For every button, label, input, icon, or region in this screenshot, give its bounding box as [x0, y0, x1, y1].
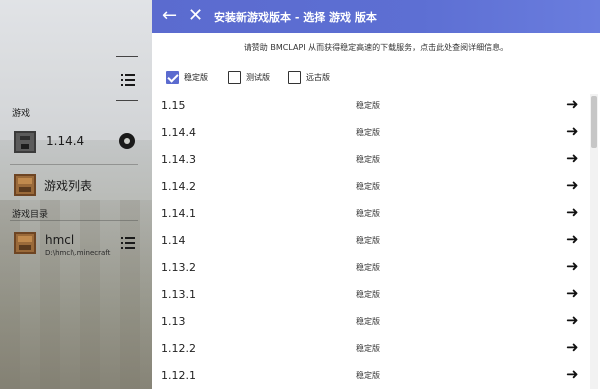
version-number: 1.12.1 [161, 369, 196, 382]
version-number: 1.14 [161, 234, 186, 247]
close-icon[interactable]: ✕ [188, 6, 206, 26]
crafting-table-icon [14, 174, 36, 196]
version-row[interactable]: 1.12.2 稳定版 ➜ [152, 335, 592, 362]
version-number: 1.13.1 [161, 288, 196, 301]
version-type: 稳定版 [356, 344, 380, 353]
current-version-label: 1.14.4 [46, 134, 85, 148]
arrow-right-icon[interactable]: ➜ [566, 95, 579, 113]
version-row[interactable]: 1.15 稳定版 ➜ [152, 92, 592, 119]
version-number: 1.15 [161, 99, 186, 112]
version-row[interactable]: 1.14.2 稳定版 ➜ [152, 173, 592, 200]
version-number: 1.14.2 [161, 180, 196, 193]
version-row[interactable]: 1.14.3 稳定版 ➜ [152, 146, 592, 173]
gear-icon[interactable] [119, 133, 135, 149]
sidebar-divider [10, 220, 138, 221]
furnace-icon [14, 131, 36, 153]
filter-label: 测试版 [246, 73, 270, 82]
scrollbar-thumb[interactable] [591, 96, 597, 148]
sidebar-divider [10, 164, 138, 165]
version-number: 1.13 [161, 315, 186, 328]
version-row[interactable]: 1.13.1 稳定版 ➜ [152, 281, 592, 308]
checkbox-icon[interactable] [228, 71, 241, 84]
main-panel: 请赞助 BMCLAPI 从而获得稳定高速的下载服务，点击此处查阅详细信息。 稳定… [152, 33, 600, 389]
arrow-right-icon[interactable]: ➜ [566, 203, 579, 221]
menu-list-icon[interactable] [121, 74, 135, 86]
arrow-right-icon[interactable]: ➜ [566, 230, 579, 248]
crafting-table-icon [14, 232, 36, 254]
arrow-right-icon[interactable]: ➜ [566, 284, 579, 302]
version-type: 稳定版 [356, 290, 380, 299]
checkbox-icon[interactable] [288, 71, 301, 84]
version-list: 1.15 稳定版 ➜ 1.14.4 稳定版 ➜ 1.14.3 稳定版 ➜ 1.1… [152, 92, 592, 389]
version-type: 稳定版 [356, 371, 380, 380]
version-row[interactable]: 1.14.1 稳定版 ➜ [152, 200, 592, 227]
version-row[interactable]: 1.14.4 稳定版 ➜ [152, 119, 592, 146]
version-type: 稳定版 [356, 101, 380, 110]
header-bar: ← ✕ 安装新游戏版本 - 选择 游戏 版本 [152, 0, 600, 33]
page-title: 安装新游戏版本 - 选择 游戏 版本 [214, 11, 377, 24]
version-type: 稳定版 [356, 128, 380, 137]
version-number: 1.14.4 [161, 126, 196, 139]
arrow-right-icon[interactable]: ➜ [566, 176, 579, 194]
filter-label: 稳定版 [184, 73, 208, 82]
game-dir-path: D:\hmcl\.minecraft [45, 249, 111, 257]
version-row[interactable]: 1.12.1 稳定版 ➜ [152, 362, 592, 389]
games-section-label: 游戏 [12, 109, 31, 119]
arrow-right-icon[interactable]: ➜ [566, 365, 579, 383]
arrow-right-icon[interactable]: ➜ [566, 257, 579, 275]
version-row[interactable]: 1.13 稳定版 ➜ [152, 308, 592, 335]
menu-divider [116, 100, 138, 101]
version-row[interactable]: 1.13.2 稳定版 ➜ [152, 254, 592, 281]
game-dir-name: hmcl [45, 233, 75, 247]
dir-list-icon[interactable] [121, 237, 135, 249]
version-number: 1.14.3 [161, 153, 196, 166]
menu-divider [116, 56, 138, 57]
arrow-right-icon[interactable]: ➜ [566, 338, 579, 356]
arrow-right-icon[interactable]: ➜ [566, 311, 579, 329]
sidebar: 游戏 1.14.4 游戏列表 游戏目录 hmcl D:\hmcl\.minecr… [0, 0, 152, 389]
version-type: 稳定版 [356, 155, 380, 164]
version-type: 稳定版 [356, 182, 380, 191]
version-type: 稳定版 [356, 263, 380, 272]
game-list-label: 游戏列表 [44, 179, 93, 193]
arrow-right-icon[interactable]: ➜ [566, 149, 579, 167]
version-type: 稳定版 [356, 317, 380, 326]
version-number: 1.13.2 [161, 261, 196, 274]
sponsor-notice-link[interactable]: 请赞助 BMCLAPI 从而获得稳定高速的下载服务，点击此处查阅详细信息。 [152, 42, 600, 53]
checkbox-checked-icon[interactable] [166, 71, 179, 84]
filter-label: 远古版 [306, 73, 330, 82]
version-type: 稳定版 [356, 209, 380, 218]
version-number: 1.14.1 [161, 207, 196, 220]
version-number: 1.12.2 [161, 342, 196, 355]
arrow-left-icon[interactable]: ← [162, 6, 180, 26]
version-row[interactable]: 1.14 稳定版 ➜ [152, 227, 592, 254]
dirs-section-label: 游戏目录 [12, 210, 49, 220]
version-type: 稳定版 [356, 236, 380, 245]
arrow-right-icon[interactable]: ➜ [566, 122, 579, 140]
